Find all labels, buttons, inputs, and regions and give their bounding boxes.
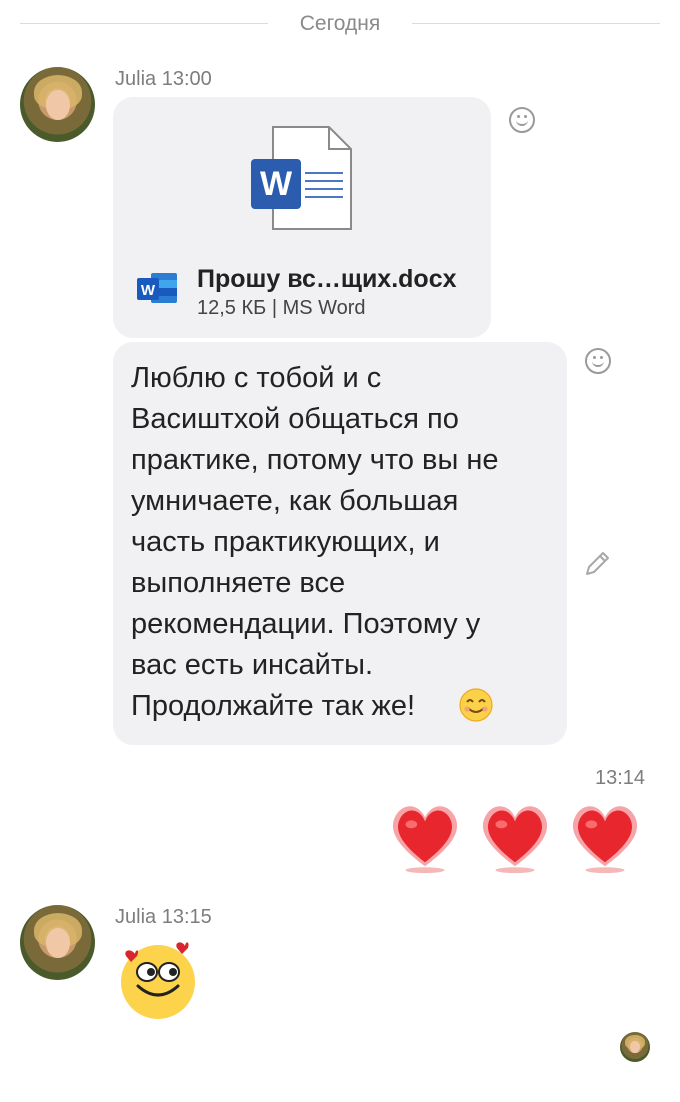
file-meta: 12,5 КБ | MS Word xyxy=(197,297,366,320)
message-time: 13:15 xyxy=(161,906,212,928)
sender-name: Julia xyxy=(115,68,157,90)
word-file-icon: W xyxy=(137,273,177,303)
heart-emoji xyxy=(482,806,548,874)
message-time: 13:00 xyxy=(161,68,212,90)
sender-line: Julia 13:15 xyxy=(115,906,212,929)
smiley-hearts-sticker[interactable] xyxy=(118,940,200,1020)
divider-line-right xyxy=(412,23,660,24)
edit-pencil-icon[interactable] xyxy=(583,550,611,578)
avatar[interactable] xyxy=(20,67,95,142)
sender-line: Julia 13:00 xyxy=(115,68,212,91)
smiling-emoji-icon xyxy=(459,688,493,722)
reaction-icon[interactable] xyxy=(509,107,535,133)
sender-name: Julia xyxy=(115,906,157,928)
file-type: MS Word xyxy=(282,297,366,319)
svg-text:W: W xyxy=(141,282,156,299)
avatar[interactable] xyxy=(20,905,95,980)
file-name: Прошу вс…щих.docx xyxy=(197,265,457,293)
heart-emoji xyxy=(572,806,638,874)
message-text: Люблю с тобой и с Васиштхой общаться по … xyxy=(131,362,499,722)
heart-emoji xyxy=(392,806,458,874)
file-message-bubble[interactable]: W W Прошу вс…щих.docx 12,5 КБ | MS Word xyxy=(113,97,491,338)
word-document-icon: W xyxy=(251,126,352,230)
file-size: 12,5 КБ xyxy=(197,297,267,319)
reaction-icon[interactable] xyxy=(585,348,611,374)
svg-text:W: W xyxy=(260,165,293,203)
message-time: 13:14 xyxy=(595,767,646,789)
date-label: Сегодня xyxy=(299,12,381,35)
meta-separator: | xyxy=(266,297,283,319)
read-receipt-avatar xyxy=(620,1032,650,1062)
avatar-face xyxy=(45,89,70,120)
avatar-face xyxy=(45,927,70,958)
text-message-bubble[interactable]: Люблю с тобой и с Васиштхой общаться по … xyxy=(113,342,567,745)
